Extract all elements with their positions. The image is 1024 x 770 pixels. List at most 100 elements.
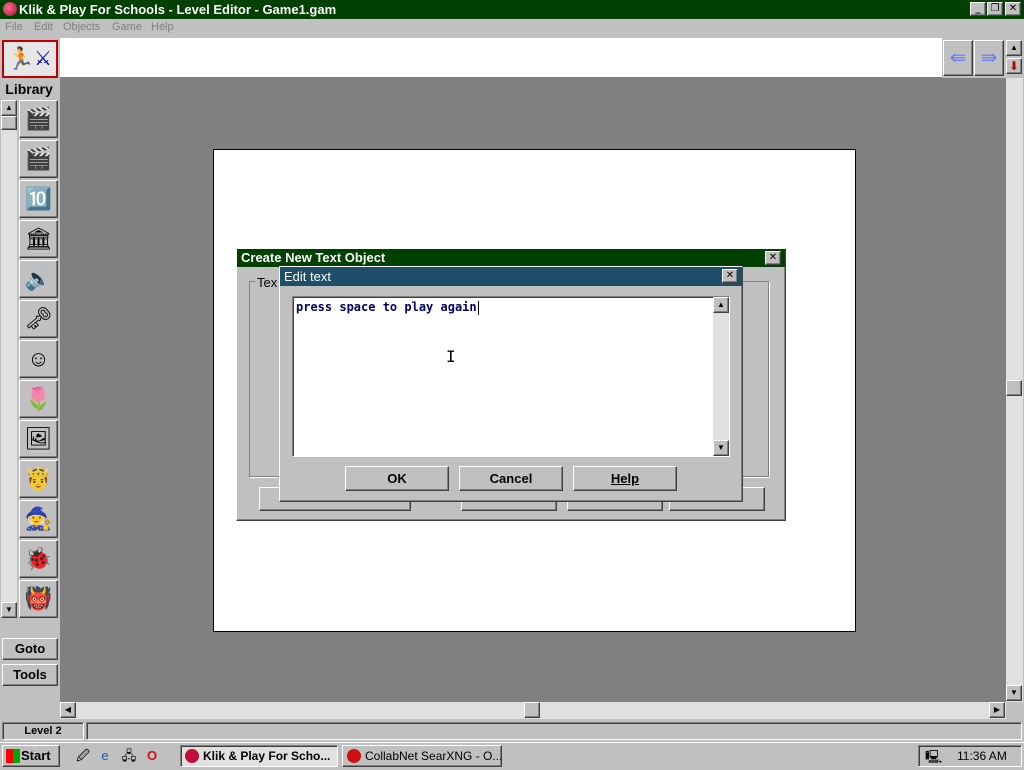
- scroll-down-icon[interactable]: ▼: [713, 440, 729, 456]
- menu-file[interactable]: File: [5, 21, 23, 33]
- clock[interactable]: 11:36 AM: [957, 746, 1007, 766]
- menu-edit[interactable]: Edit: [34, 21, 53, 33]
- opera-task-icon: [347, 749, 361, 763]
- red-down-arrow-icon[interactable]: ⬇: [1006, 58, 1022, 74]
- cancel-button[interactable]: Cancel: [459, 466, 563, 491]
- edit-text-dialog: Edit text ✕ press space to play again ▲ …: [279, 266, 743, 502]
- tools-button[interactable]: Tools: [2, 664, 58, 686]
- portrait-icon: 🖼: [24, 426, 53, 451]
- library-item[interactable]: 🧙: [19, 500, 58, 538]
- workspace-horizontal-scrollbar[interactable]: ◀ ▶: [60, 702, 1006, 719]
- library-item[interactable]: 🎬: [19, 140, 58, 178]
- flower-icon: 🌷: [24, 386, 53, 411]
- dialog-close-button[interactable]: ✕: [765, 251, 781, 265]
- ibeam-cursor-icon: I: [446, 347, 456, 366]
- left-arrow-icon: ⇚: [949, 47, 967, 69]
- task-klik-play[interactable]: Klik & Play For Scho...: [180, 745, 338, 767]
- clapper-icon: 🎬: [24, 106, 53, 131]
- scroll-thumb[interactable]: [1006, 380, 1022, 396]
- task-searxng[interactable]: CollabNet SearXNG - O...: [342, 745, 502, 767]
- show-desktop-icon[interactable]: 🖉: [74, 747, 92, 765]
- workspace-vertical-scrollbar[interactable]: ▼: [1006, 78, 1023, 702]
- scroll-up-icon[interactable]: ▲: [1006, 40, 1022, 56]
- key-icon: 🗝: [24, 306, 53, 331]
- windows-logo-icon: [6, 749, 20, 763]
- channels-icon[interactable]: 🖧: [120, 747, 138, 765]
- bug-icon: 🐞: [24, 546, 53, 571]
- goto-button[interactable]: Goto: [2, 638, 58, 660]
- taskbar: Start 🖉 e 🖧 O Klik & Play For Scho... Co…: [0, 742, 1024, 768]
- face-icon: ☺: [27, 346, 50, 371]
- library-item[interactable]: 🗝: [19, 300, 58, 338]
- scroll-right-icon[interactable]: ▶: [989, 702, 1005, 718]
- text-scrollbar[interactable]: ▲ ▼: [713, 297, 729, 456]
- library-label: Library: [5, 81, 53, 97]
- runner-icon: 🏃: [7, 46, 35, 71]
- ok-button[interactable]: OK: [345, 466, 449, 491]
- next-page-button[interactable]: ⇛: [974, 40, 1004, 76]
- group-label: Tex: [255, 275, 280, 290]
- library-item[interactable]: 🎬: [19, 100, 58, 138]
- king-icon: 🤴: [24, 466, 53, 491]
- library-item[interactable]: ☺: [19, 340, 58, 378]
- library-item[interactable]: 🖼: [19, 420, 58, 458]
- scroll-up-icon[interactable]: ▲: [1, 100, 17, 116]
- toolbar-scroll[interactable]: ▲ ⬇: [1006, 40, 1023, 78]
- object-toolbar-area: [60, 38, 942, 78]
- network-icon[interactable]: 🖳: [925, 748, 942, 770]
- klik-play-app-icon[interactable]: [3, 2, 17, 16]
- window-title: Klik & Play For Schools - Level Editor -…: [19, 2, 337, 17]
- dialog-close-button[interactable]: ✕: [722, 269, 738, 283]
- speaker-icon: 🔊: [24, 266, 53, 291]
- witch-icon: 🧙: [24, 506, 53, 531]
- task-label: Klik & Play For Scho...: [203, 749, 331, 763]
- menu-help[interactable]: Help: [151, 21, 174, 33]
- system-tray: 🖳 11:36 AM: [918, 745, 1022, 767]
- status-message: [86, 722, 1022, 740]
- previous-page-button[interactable]: ⇚: [943, 40, 973, 76]
- text-value: press space to play again: [296, 300, 477, 314]
- scroll-thumb[interactable]: [524, 702, 540, 718]
- library-scrollbar[interactable]: ▲ ▼: [1, 100, 17, 618]
- pointer-icon: ⚔: [34, 48, 52, 70]
- text-caret: [477, 300, 479, 315]
- menu-game[interactable]: Game: [112, 21, 142, 33]
- level-editor-mode-button[interactable]: 🏃 ⚔: [2, 40, 58, 78]
- scroll-thumb[interactable]: [1, 116, 17, 130]
- status-level: Level 2: [2, 722, 84, 740]
- window-titlebar[interactable]: Klik & Play For Schools - Level Editor -…: [0, 0, 1024, 19]
- monster-icon: 👹: [24, 586, 53, 611]
- library-item[interactable]: 🔊: [19, 260, 58, 298]
- right-arrow-icon: ⇛: [980, 47, 998, 69]
- library-item[interactable]: 👹: [19, 580, 58, 618]
- minimize-button[interactable]: _: [970, 2, 986, 16]
- start-button[interactable]: Start: [2, 745, 60, 767]
- scroll-down-icon[interactable]: ▼: [1, 602, 17, 618]
- library-item[interactable]: 🐞: [19, 540, 58, 578]
- menu-objects[interactable]: Objects: [63, 21, 100, 33]
- restore-button[interactable]: ❐: [987, 2, 1003, 16]
- task-label: CollabNet SearXNG - O...: [365, 749, 502, 763]
- clapper-icon: 🎬: [24, 146, 53, 171]
- internet-explorer-icon[interactable]: e: [96, 747, 114, 765]
- library-item[interactable]: 🔟: [19, 180, 58, 218]
- text-edit-field[interactable]: press space to play again ▲ ▼: [292, 296, 730, 457]
- library-item[interactable]: 🌷: [19, 380, 58, 418]
- status-bar: Level 2: [0, 720, 1024, 742]
- library-item[interactable]: 🏛: [19, 220, 58, 258]
- klik-play-task-icon: [185, 749, 199, 763]
- library-item[interactable]: 🤴: [19, 460, 58, 498]
- help-button[interactable]: Help: [573, 466, 677, 491]
- building-icon: 🏛: [24, 226, 53, 251]
- text-content[interactable]: press space to play again: [296, 300, 479, 315]
- dialog-title: Edit text: [280, 267, 742, 286]
- scroll-left-icon[interactable]: ◀: [60, 702, 76, 718]
- start-label: Start: [21, 748, 51, 763]
- dialog-title: Create New Text Object: [237, 249, 785, 267]
- scroll-down-icon[interactable]: ▼: [1006, 685, 1022, 701]
- menu-bar: File Edit Objects Game Help: [0, 19, 1024, 37]
- opera-icon[interactable]: O: [143, 747, 161, 765]
- scoreboard-icon: 🔟: [24, 186, 53, 211]
- close-button[interactable]: ✕: [1005, 2, 1021, 16]
- scroll-up-icon[interactable]: ▲: [713, 297, 729, 313]
